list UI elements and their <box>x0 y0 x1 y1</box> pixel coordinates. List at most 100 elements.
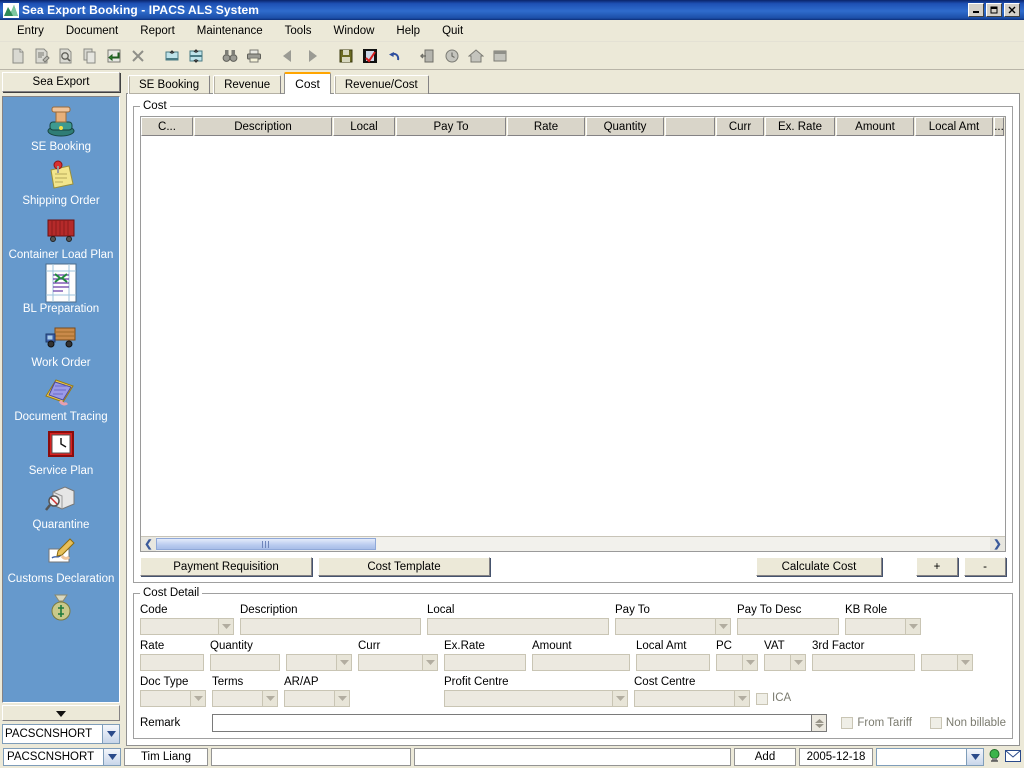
scroll-left-icon[interactable]: ❮ <box>141 537 156 551</box>
chevron-down-icon[interactable] <box>612 690 628 707</box>
sidebar-header[interactable]: Sea Export <box>2 72 120 92</box>
approve-check-icon[interactable] <box>358 44 382 68</box>
column-header-pay-to[interactable]: Pay To <box>396 117 506 136</box>
connection-status-icon[interactable] <box>987 748 1002 766</box>
checkbox-box[interactable] <box>841 717 854 729</box>
sidebar-item-shipping-order[interactable]: Shipping Order <box>3 155 119 209</box>
description-input[interactable] <box>240 618 421 635</box>
menu-tools[interactable]: Tools <box>274 22 323 40</box>
terms-combo[interactable] <box>212 690 278 707</box>
chevron-down-icon[interactable] <box>957 654 973 671</box>
pay-to-combo[interactable] <box>615 618 731 635</box>
preview-document-icon[interactable] <box>54 44 78 68</box>
collapse-row-icon[interactable] <box>184 44 208 68</box>
tab-cost[interactable]: Cost <box>284 72 331 94</box>
sidebar-item-document-tracing[interactable]: Document Tracing <box>3 371 119 425</box>
status-company-combo[interactable]: PACSCNSHORT <box>3 748 121 766</box>
cost-grid-body[interactable] <box>141 136 1005 536</box>
kb-role-combo[interactable] <box>845 618 921 635</box>
previous-icon[interactable] <box>276 44 300 68</box>
menu-window[interactable]: Window <box>323 22 386 40</box>
tab-revenue[interactable]: Revenue <box>213 75 282 94</box>
vat-combo[interactable] <box>764 654 806 671</box>
checkbox-box[interactable] <box>929 717 942 729</box>
tab-revenue-cost[interactable]: Revenue/Cost <box>333 75 429 94</box>
curr-input[interactable] <box>358 654 422 671</box>
quantity-unit-combo[interactable] <box>286 654 352 671</box>
sidebar-item-service-plan[interactable]: Service Plan <box>3 425 119 479</box>
kb-role-input[interactable] <box>845 618 905 635</box>
profit-centre-combo[interactable] <box>444 690 628 707</box>
third-factor-unit-input[interactable] <box>921 654 957 671</box>
pc-combo[interactable] <box>716 654 758 671</box>
curr-combo[interactable] <box>358 654 438 671</box>
company-code-input[interactable] <box>3 725 102 743</box>
chevron-down-icon[interactable] <box>790 654 806 671</box>
menu-document[interactable]: Document <box>55 22 129 40</box>
menu-entry[interactable]: Entry <box>6 22 55 40</box>
chevron-down-icon[interactable] <box>422 654 438 671</box>
exit-door-icon[interactable] <box>416 44 440 68</box>
terms-input[interactable] <box>212 690 262 707</box>
sidebar-item-bl-preparation[interactable]: BL Preparation <box>3 263 119 317</box>
profit-centre-input[interactable] <box>444 690 612 707</box>
copy-icon[interactable] <box>78 44 102 68</box>
clock-icon[interactable] <box>440 44 464 68</box>
cost-template-button[interactable]: Cost Template <box>318 557 490 576</box>
pay-to-input[interactable] <box>615 618 715 635</box>
scroll-right-icon[interactable]: ❯ <box>990 537 1005 551</box>
local-amt-input[interactable] <box>636 654 710 671</box>
quantity-unit-input[interactable] <box>286 654 336 671</box>
close-button[interactable] <box>1004 3 1020 17</box>
chevron-down-icon[interactable] <box>715 618 731 635</box>
third-factor-unit-combo[interactable] <box>921 654 973 671</box>
menu-help[interactable]: Help <box>385 22 431 40</box>
undo-icon[interactable] <box>382 44 406 68</box>
cost-centre-input[interactable] <box>634 690 734 707</box>
new-document-icon[interactable] <box>6 44 30 68</box>
window-icon[interactable] <box>488 44 512 68</box>
sidebar-item-se-booking[interactable]: SE Booking <box>3 101 119 155</box>
save-return-icon[interactable] <box>102 44 126 68</box>
ar-ap-combo[interactable] <box>284 690 350 707</box>
delete-icon[interactable] <box>126 44 150 68</box>
save-floppy-icon[interactable] <box>334 44 358 68</box>
sidebar-item-money-bag[interactable] <box>3 587 119 629</box>
column-header-local-amt[interactable]: Local Amt <box>915 117 993 136</box>
column-header-local[interactable]: Local <box>333 117 395 136</box>
chevron-down-icon[interactable] <box>336 654 352 671</box>
minimize-button[interactable] <box>968 3 984 17</box>
code-combo[interactable] <box>140 618 234 635</box>
edit-document-icon[interactable] <box>30 44 54 68</box>
ex-rate-input[interactable] <box>444 654 526 671</box>
column-header-curr[interactable]: Curr <box>716 117 764 136</box>
ar-ap-input[interactable] <box>284 690 334 707</box>
find-binoculars-icon[interactable] <box>218 44 242 68</box>
column-header-amount[interactable]: Amount <box>836 117 914 136</box>
pc-input[interactable] <box>716 654 742 671</box>
code-input[interactable] <box>140 618 218 635</box>
status-selector-combo[interactable] <box>876 748 984 766</box>
chevron-down-icon[interactable] <box>218 618 234 635</box>
pay-to-desc-input[interactable] <box>737 618 839 635</box>
hscroll-track[interactable] <box>156 537 990 551</box>
home-icon[interactable] <box>464 44 488 68</box>
doc-type-input[interactable] <box>140 690 190 707</box>
column-header-description[interactable]: Description <box>194 117 332 136</box>
from-tariff-checkbox[interactable]: From Tariff <box>841 716 912 731</box>
company-code-combo[interactable] <box>2 724 120 744</box>
chevron-down-icon[interactable] <box>262 690 278 707</box>
local-input[interactable] <box>427 618 609 635</box>
expand-row-icon[interactable] <box>160 44 184 68</box>
column-header-more[interactable]: ... <box>994 117 1004 136</box>
remove-cost-row-button[interactable]: - <box>964 557 1006 576</box>
sidebar-scroll-down-button[interactable] <box>2 705 120 721</box>
next-icon[interactable] <box>300 44 324 68</box>
mail-icon[interactable] <box>1005 749 1021 765</box>
print-icon[interactable] <box>242 44 266 68</box>
vat-input[interactable] <box>764 654 790 671</box>
quantity-input[interactable] <box>210 654 280 671</box>
rate-input[interactable] <box>140 654 204 671</box>
column-header-blank[interactable] <box>665 117 715 136</box>
chevron-down-icon[interactable] <box>734 690 750 707</box>
